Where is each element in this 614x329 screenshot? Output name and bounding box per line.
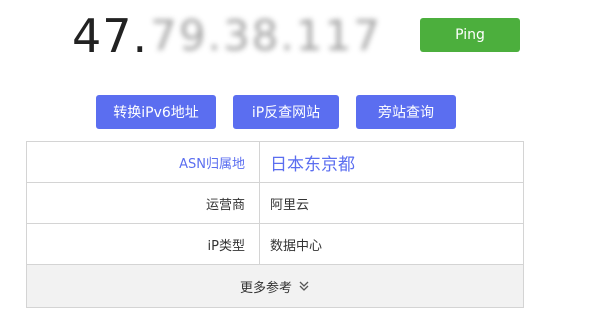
table-row-asn-location: ASN归属地 日本东京都 [27,142,523,183]
isp-label: 运营商 [27,183,260,223]
double-chevron-down-icon [299,281,309,291]
ip-reverse-lookup-button[interactable]: iP反查网站 [233,95,339,129]
more-reference-label: 更多参考 [239,280,292,296]
table-row-ip-type: iP类型 数据中心 [27,224,523,265]
convert-ipv6-button[interactable]: 转换iPv6地址 [96,95,216,129]
asn-location-label: ASN归属地 [27,142,260,182]
ip-type-label: iP类型 [27,224,260,264]
asn-location-value: 日本东京都 [270,154,355,175]
ip-info-table: ASN归属地 日本东京都 运营商 阿里云 iP类型 数据中心 更多参考 [26,141,524,308]
ip-address-prefix: 47. [72,9,149,63]
table-row-isp: 运营商 阿里云 [27,183,523,224]
ip-action-buttons: 转换iPv6地址 iP反查网站 旁站查询 [0,95,614,129]
ping-button[interactable]: Ping [420,18,520,52]
ip-address-display: 47. 79.38.117 [72,8,382,64]
more-reference-toggle[interactable]: 更多参考 [27,265,523,307]
ip-type-value: 数据中心 [270,238,323,254]
isp-value: 阿里云 [270,197,310,213]
side-site-query-button[interactable]: 旁站查询 [356,95,456,129]
ip-address-masked: 79.38.117 [150,11,382,60]
